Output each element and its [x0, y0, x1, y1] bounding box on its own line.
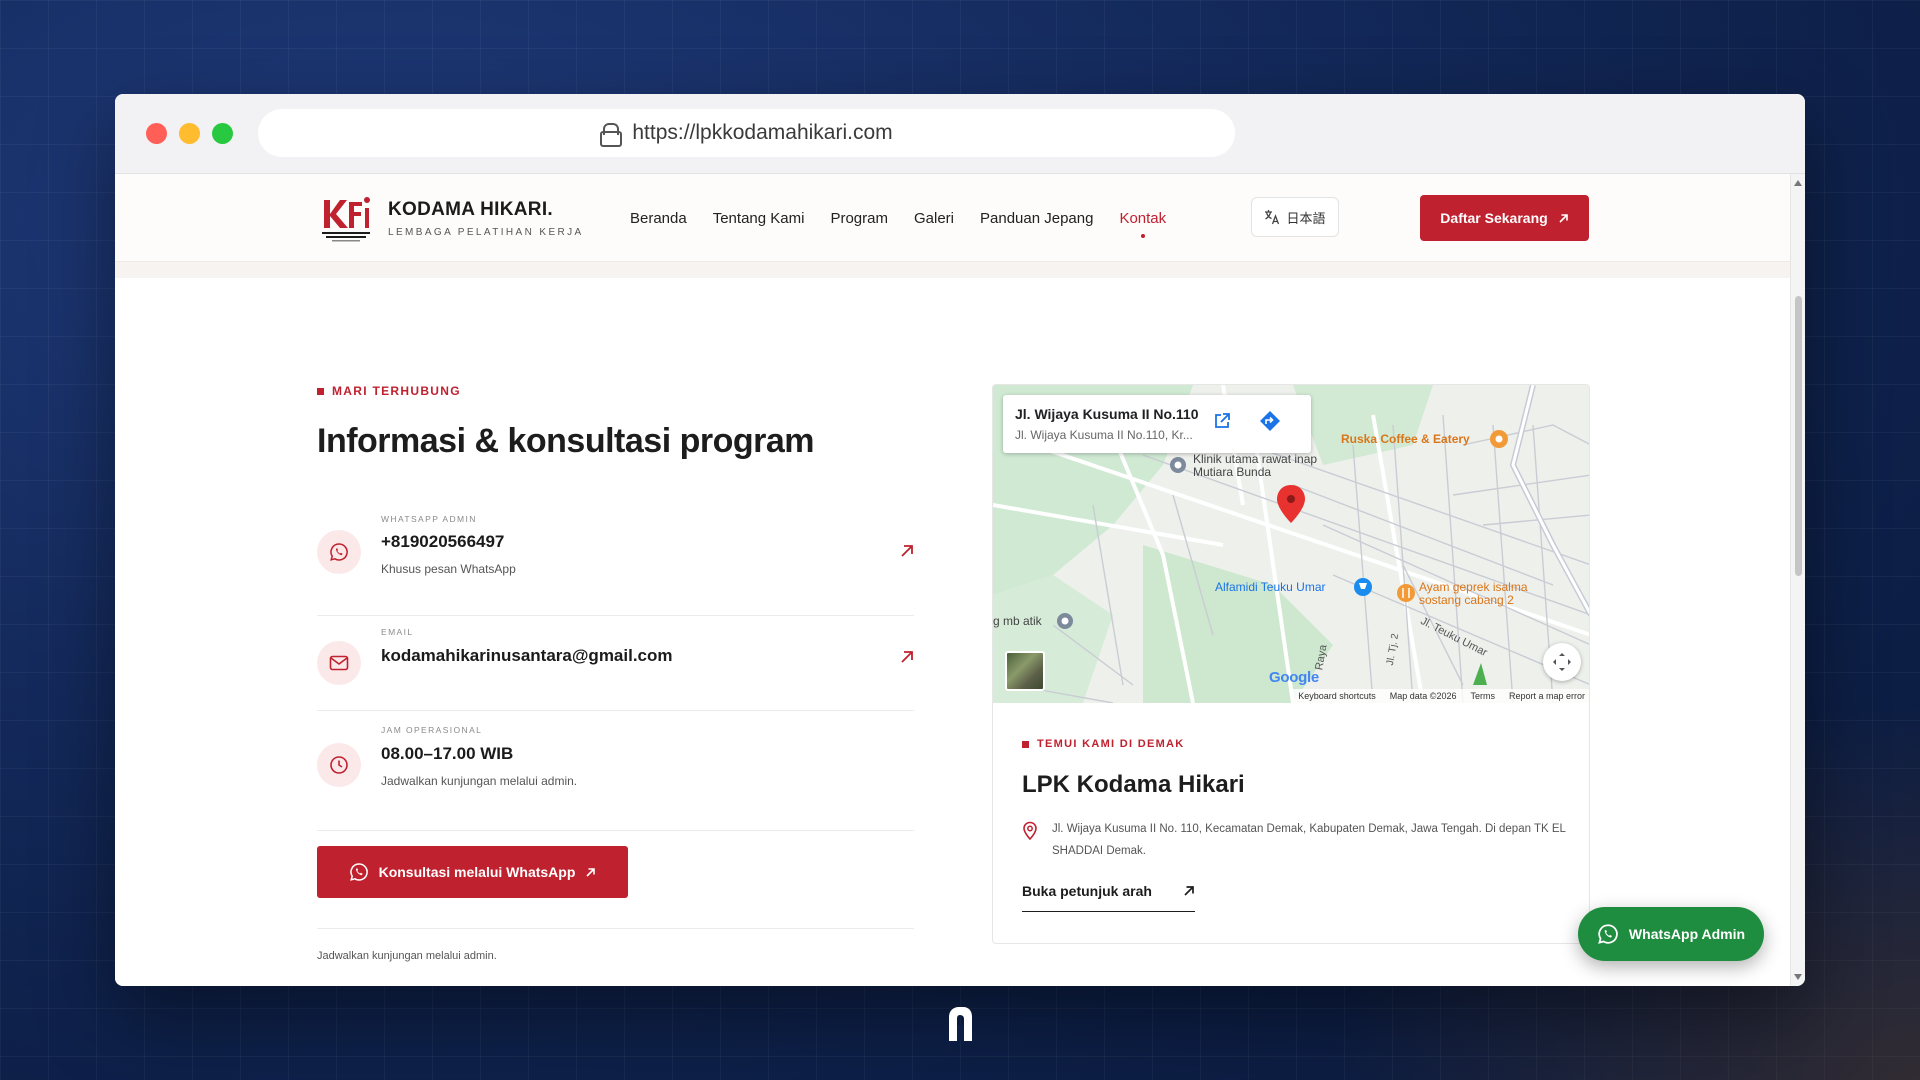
- map-terms[interactable]: Terms: [1470, 691, 1495, 701]
- url-text: https://lpkkodamahikari.com: [632, 121, 893, 144]
- site-header: KODAMA HIKARI. LEMBAGA PELATIHAN KERJA B…: [115, 174, 1790, 262]
- browser-window: https://lpkkodamahikari.com KODAMA HIKAR…: [115, 94, 1805, 986]
- map-place-popup: Jl. Wijaya Kusuma II No.110 Jl. Wijaya K…: [1003, 395, 1311, 453]
- address-bar[interactable]: https://lpkkodamahikari.com: [258, 109, 1235, 157]
- nav-tentang-kami[interactable]: Tentang Kami: [713, 210, 805, 227]
- language-label: 日本語: [1286, 210, 1326, 226]
- browser-chrome: https://lpkkodamahikari.com: [115, 94, 1805, 174]
- map-place-batik[interactable]: g mb atik: [993, 615, 1042, 628]
- map-place-ruska[interactable]: Ruska Coffee & Eatery: [1341, 433, 1470, 446]
- whatsapp-icon: [330, 543, 348, 561]
- location-card: Ruska Coffee & Eatery Klinik utama rawat…: [992, 384, 1590, 944]
- arrow-up-right-icon: [1559, 213, 1568, 223]
- popup-title: Jl. Wijaya Kusuma II No.110: [1015, 406, 1199, 422]
- google-logo-text: Google: [1269, 669, 1319, 686]
- register-button-label: Daftar Sekarang: [1440, 210, 1548, 226]
- map-data-credit: Map data ©2026: [1389, 691, 1457, 701]
- scroll-down-icon[interactable]: [1794, 974, 1802, 980]
- floating-whatsapp-label: WhatsApp Admin: [1628, 926, 1746, 942]
- directions-icon[interactable]: [1259, 410, 1281, 432]
- nav-kontak[interactable]: Kontak: [1119, 210, 1166, 238]
- brand-name: KODAMA HIKARI.: [388, 198, 553, 220]
- location-eyebrow-text: TEMUI KAMI DI DEMAK: [1037, 738, 1185, 750]
- nav-panduan-jepang[interactable]: Panduan Jepang: [980, 210, 1093, 227]
- register-button[interactable]: Daftar Sekarang: [1420, 195, 1589, 241]
- map-keyboard-shortcuts[interactable]: Keyboard shortcuts: [1298, 691, 1376, 701]
- arrow-up-right-icon: [586, 867, 596, 877]
- whatsapp-consult-button[interactable]: Konsultasi melalui WhatsApp: [317, 846, 628, 898]
- email-label: EMAIL: [381, 627, 414, 637]
- map-place-klinik[interactable]: Klinik utama rawat inap Mutiara Bunda: [1193, 453, 1353, 479]
- map-place-ayam-geprek[interactable]: Ayam geprek isalma sostang cabang 2: [1419, 581, 1559, 607]
- map-report-error[interactable]: Report a map error: [1509, 691, 1585, 701]
- email-icon-badge: [317, 641, 361, 685]
- contact-whatsapp-row[interactable]: WHATSAPP ADMIN +819020566497 Khusus pesa…: [317, 504, 914, 616]
- main-nav: Beranda Tentang Kami Program Galeri Pand…: [630, 210, 1166, 238]
- language-switch-button[interactable]: 日本語: [1251, 197, 1339, 237]
- whatsapp-consult-label: Konsultasi melalui WhatsApp: [378, 864, 576, 880]
- open-directions-label: Buka petunjuk arah: [1022, 883, 1152, 899]
- open-directions-link[interactable]: Buka petunjuk arah: [1022, 883, 1195, 912]
- location-address: Jl. Wijaya Kusuma II No. 110, Kecamatan …: [1022, 818, 1572, 862]
- whatsapp-icon: [1598, 924, 1618, 944]
- translate-icon: [1265, 210, 1280, 225]
- location-eyebrow: TEMUI KAMI DI DEMAK: [1022, 738, 1185, 750]
- google-logo: Google: [1269, 669, 1319, 686]
- whatsapp-sub: Khusus pesan WhatsApp: [381, 562, 516, 576]
- brand-logo[interactable]: KODAMA HIKARI. LEMBAGA PELATIHAN KERJA: [318, 192, 584, 244]
- whatsapp-label: WHATSAPP ADMIN: [381, 514, 477, 524]
- nav-beranda[interactable]: Beranda: [630, 210, 687, 227]
- map-place-alfamidi[interactable]: Alfamidi Teuku Umar: [1215, 581, 1325, 594]
- lock-icon: [600, 123, 623, 147]
- whatsapp-icon: [349, 863, 368, 881]
- eyebrow-square-icon: [1022, 740, 1029, 748]
- clock-icon-badge: [317, 743, 361, 787]
- floating-whatsapp-button[interactable]: WhatsApp Admin: [1578, 907, 1764, 961]
- location-address-text: Jl. Wijaya Kusuma II No. 110, Kecamatan …: [1052, 823, 1566, 857]
- google-map[interactable]: Ruska Coffee & Eatery Klinik utama rawat…: [993, 385, 1589, 703]
- contact-eyebrow-text: MARI TERHUBUNG: [332, 384, 461, 398]
- contact-heading: Informasi & konsultasi program: [317, 422, 815, 460]
- location-pin-icon: [1023, 821, 1037, 841]
- clock-icon: [330, 756, 348, 774]
- hours-sub: Jadwalkan kunjungan melalui admin.: [381, 774, 578, 788]
- schedule-note: Jadwalkan kunjungan melalui admin.: [317, 950, 497, 962]
- minimize-window-button[interactable]: [179, 123, 200, 144]
- nav-program[interactable]: Program: [830, 210, 888, 227]
- scrollbar-thumb[interactable]: [1795, 296, 1802, 576]
- contact-hours-row: JAM OPERASIONAL 08.00–17.00 WIB Jadwalka…: [317, 711, 914, 831]
- map-attribution: Keyboard shortcuts Map data ©2026 Terms …: [1292, 689, 1589, 703]
- brand-tagline: LEMBAGA PELATIHAN KERJA: [388, 226, 584, 238]
- nav-galeri[interactable]: Galeri: [914, 210, 954, 227]
- page-scrollbar[interactable]: [1790, 174, 1805, 986]
- eyebrow-square-icon: [317, 387, 324, 395]
- maximize-window-button[interactable]: [212, 123, 233, 144]
- popup-subtitle: Jl. Wijaya Kusuma II No.110, Kr...: [1015, 428, 1193, 442]
- whatsapp-number: +819020566497: [381, 532, 505, 551]
- open-in-maps-icon[interactable]: [1213, 412, 1231, 430]
- email-address: kodamahikarinusantara@gmail.com: [381, 646, 673, 665]
- whatsapp-icon-badge: [317, 530, 361, 574]
- arrow-up-right-icon: [901, 545, 913, 557]
- close-window-button[interactable]: [146, 123, 167, 144]
- satellite-toggle[interactable]: [1005, 651, 1045, 691]
- arrow-up-right-icon: [901, 651, 913, 663]
- mail-icon: [329, 655, 349, 671]
- map-fullscreen-button[interactable]: [1543, 643, 1581, 681]
- section-divider: [317, 928, 914, 929]
- header-divider-strip: [115, 262, 1790, 278]
- location-title: LPK Kodama Hikari: [1022, 771, 1245, 798]
- app-logo-icon: [949, 1007, 972, 1041]
- contact-email-row[interactable]: EMAIL kodamahikarinusantara@gmail.com: [317, 616, 914, 711]
- scroll-up-icon[interactable]: [1794, 180, 1802, 186]
- arrow-up-right-icon: [1184, 886, 1194, 896]
- hours-value: 08.00–17.00 WIB: [381, 744, 514, 763]
- hours-label: JAM OPERASIONAL: [381, 725, 483, 735]
- contact-eyebrow: MARI TERHUBUNG: [317, 384, 461, 398]
- fullscreen-icon: [1553, 653, 1571, 671]
- kodama-logo-icon: [322, 197, 370, 242]
